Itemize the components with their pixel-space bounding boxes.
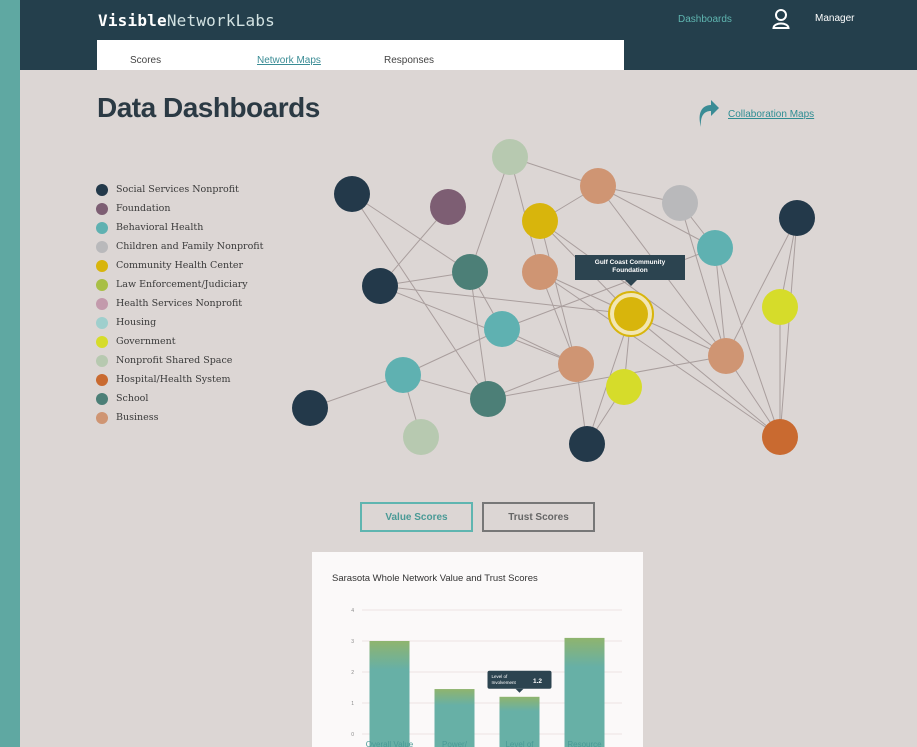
- network-node[interactable]: [452, 254, 488, 290]
- app-frame: VisibleNetworkLabs Dashboards Manager Sc…: [20, 0, 917, 747]
- bar-tooltip: Level ofInvolvement 1.2: [487, 670, 552, 693]
- x-tick-label: Power/: [442, 740, 468, 747]
- network-node[interactable]: [580, 168, 616, 204]
- chart-bar[interactable]: [564, 637, 605, 747]
- network-node[interactable]: [403, 419, 439, 455]
- network-node[interactable]: [606, 369, 642, 405]
- network-map[interactable]: [20, 0, 917, 490]
- network-node-selected[interactable]: [614, 297, 648, 331]
- x-tick-label: Level of: [505, 740, 534, 747]
- chart-card: Sarasota Whole Network Value and Trust S…: [312, 552, 643, 747]
- network-node[interactable]: [558, 346, 594, 382]
- network-node[interactable]: [470, 381, 506, 417]
- network-node[interactable]: [762, 289, 798, 325]
- network-node[interactable]: [779, 200, 815, 236]
- y-tick-label: 4: [351, 608, 354, 614]
- network-edge: [630, 313, 781, 438]
- chart-bar[interactable]: [434, 689, 475, 747]
- chart-bar[interactable]: [369, 641, 410, 747]
- y-tick-label: 0: [351, 732, 354, 738]
- y-tick-label: 3: [351, 639, 354, 645]
- network-node[interactable]: [362, 268, 398, 304]
- network-node[interactable]: [762, 419, 798, 455]
- y-tick-label: 1: [351, 701, 354, 707]
- network-node[interactable]: [522, 203, 558, 239]
- node-tooltip: Gulf Coast Community Foundation: [575, 255, 685, 286]
- network-edge: [469, 156, 511, 273]
- network-edge: [379, 285, 632, 315]
- network-node[interactable]: [569, 426, 605, 462]
- network-node[interactable]: [697, 230, 733, 266]
- value-scores-button[interactable]: Value Scores: [360, 502, 473, 532]
- trust-scores-button[interactable]: Trust Scores: [482, 502, 595, 532]
- bar-chart: 0 1 2 3 4 Overall Value Power/Level of Resource…: [351, 608, 622, 747]
- network-edge: [597, 185, 716, 249]
- tooltip-label-line1: Level of: [492, 674, 509, 679]
- network-node[interactable]: [334, 176, 370, 212]
- network-node[interactable]: [484, 311, 520, 347]
- network-node[interactable]: [492, 139, 528, 175]
- network-edge: [725, 217, 798, 357]
- network-edge: [779, 217, 798, 438]
- x-tick-label: Resource: [567, 740, 602, 747]
- network-edge: [379, 285, 577, 365]
- network-node[interactable]: [522, 254, 558, 290]
- y-tick-label: 2: [351, 670, 354, 676]
- tooltip-label-line2: Involvement: [492, 680, 517, 685]
- network-nodes[interactable]: [292, 139, 815, 462]
- network-node[interactable]: [385, 357, 421, 393]
- x-tick-label: Overall Value: [366, 740, 414, 747]
- network-node[interactable]: [292, 390, 328, 426]
- network-edge: [679, 202, 727, 357]
- tooltip-value: 1.2: [533, 678, 542, 685]
- network-node[interactable]: [430, 189, 466, 225]
- network-node[interactable]: [708, 338, 744, 374]
- network-node[interactable]: [662, 185, 698, 221]
